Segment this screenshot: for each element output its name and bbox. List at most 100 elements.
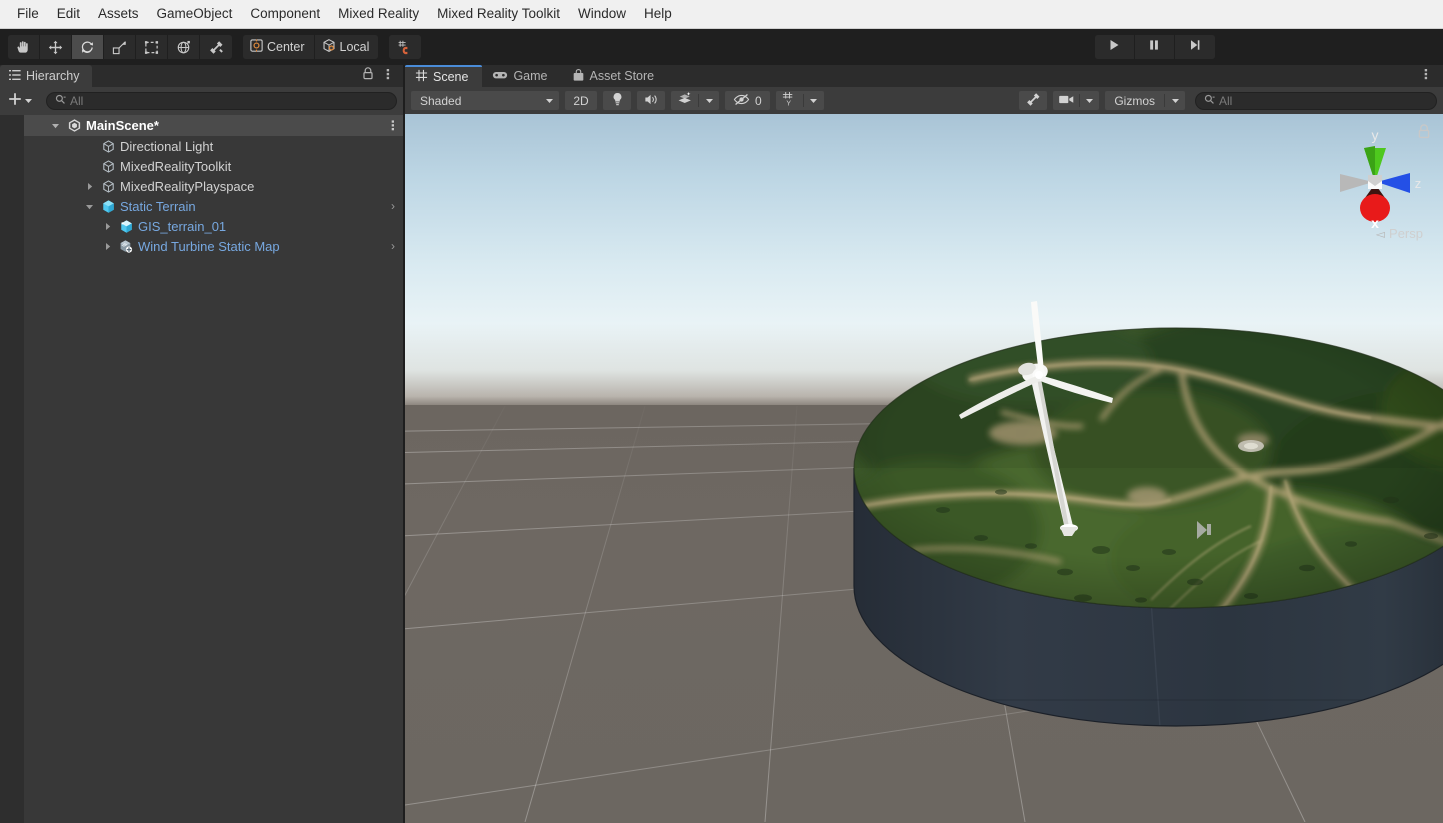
effects-icon [677,91,693,110]
step-button[interactable] [1175,35,1215,59]
svg-text:Y: Y [787,100,792,106]
tab-game[interactable]: Game [482,65,561,87]
scene-tabbar: Scene Game Asset Store [405,65,1443,87]
gizmo-axis-z[interactable]: z [1377,173,1421,193]
open-prefab-arrow-icon[interactable]: › [383,199,395,213]
grid-axis-icon: Y [781,91,797,111]
tab-hierarchy[interactable]: Hierarchy [0,65,92,87]
gameobject-icon [98,179,118,194]
draw-mode-dropdown[interactable]: Shaded [411,91,559,110]
tree-row-mixedrealityplayspace[interactable]: MixedRealityPlayspace [24,176,403,196]
scene-lighting-toggle[interactable] [603,91,631,110]
expand-arrow-right-icon[interactable] [99,242,116,251]
move-icon [48,40,63,55]
rotate-icon [80,40,95,55]
menu-item-window[interactable]: Window [569,4,635,24]
move-tool-button[interactable] [40,35,72,59]
hidden-objects-toggle[interactable]: 0 [725,91,770,110]
scene-effects-toggle[interactable] [671,91,698,110]
grid-visibility-toggle[interactable]: Y [776,91,803,110]
search-icon [55,92,66,110]
chevron-down-icon [1085,92,1094,110]
lock-panel-button[interactable] [359,67,377,85]
tab-hierarchy-label: Hierarchy [26,69,80,83]
custom-tool-button[interactable] [200,35,232,59]
unity-scene-icon [64,118,84,133]
chevron-down-icon [809,92,818,110]
menu-item-mixed-reality[interactable]: Mixed Reality [329,4,428,24]
scene-panel-menu-button[interactable] [1417,67,1435,85]
gamepad-icon [492,69,508,84]
hand-tool-button[interactable] [8,35,40,59]
tab-scene[interactable]: Scene [405,65,482,87]
scene-context-menu-button[interactable] [391,119,395,132]
tab-scene-label: Scene [433,70,468,84]
tree-row-gis-terrain-01[interactable]: GIS_terrain_01 [24,216,403,236]
scene-search-placeholder: All [1219,94,1232,108]
tree-row-mainscene[interactable]: MainScene* [24,115,403,136]
gizmos-toggle[interactable]: Gizmos [1105,91,1164,110]
scene-viewport[interactable]: y z x [405,114,1443,823]
add-gameobject-button[interactable] [4,91,36,111]
component-tools-button[interactable] [1019,91,1047,110]
projection-label: Persp [1389,226,1423,241]
handle-rotation-button[interactable]: Local [315,35,379,59]
rotate-tool-button[interactable] [72,35,104,59]
scene-camera-dropdown[interactable] [1080,91,1099,110]
camera-projection-toggle[interactable]: ◅ Persp [1376,226,1423,241]
tree-row-static-terrain[interactable]: Static Terrain › [24,196,403,216]
play-button[interactable] [1095,35,1135,59]
gizmo-axis-y[interactable]: y [1364,127,1386,182]
hierarchy-tree[interactable]: MainScene* Directional Light [24,115,403,823]
menu-item-gameobject[interactable]: GameObject [148,4,242,24]
playback-controls [1095,35,1215,59]
editor-body: Hierarchy [0,65,1443,823]
gis-terrain-disc[interactable] [851,300,1443,770]
gizmos-label: Gizmos [1114,94,1155,108]
expand-arrow-down-icon[interactable] [81,202,98,211]
plus-icon [7,91,23,112]
handle-rotation-label: Local [340,40,370,54]
chevron-down-icon [24,92,33,110]
scene-grid-dropdown[interactable] [804,91,824,110]
tree-row-mixedrealitytoolkit[interactable]: MixedRealityToolkit [24,156,403,176]
pivot-mode-button[interactable]: Center [243,35,315,59]
menu-item-help[interactable]: Help [635,4,681,24]
expand-arrow-right-icon[interactable] [99,222,116,231]
transform-tool-button[interactable] [168,35,200,59]
menu-item-file[interactable]: File [8,4,48,24]
expand-arrow-right-icon[interactable] [81,182,98,191]
scene-camera-button[interactable] [1053,91,1079,110]
scene-search-input[interactable]: All [1195,92,1437,110]
scene-effects-dropdown[interactable] [699,91,719,110]
rect-tool-button[interactable] [136,35,168,59]
eye-off-icon [733,93,750,109]
tab-asset-store[interactable]: Asset Store [562,65,669,87]
menu-item-assets[interactable]: Assets [89,4,148,24]
grid-snapping-button[interactable] [389,35,421,59]
hierarchy-menu-button[interactable] [379,67,397,85]
tools-icon [209,40,224,55]
gizmo-lock-button[interactable] [1417,124,1431,144]
tree-row-directional-light[interactable]: Directional Light [24,136,403,156]
tree-row-wind-turbine-static-map[interactable]: Wind Turbine Static Map › [24,236,403,256]
menu-item-edit[interactable]: Edit [48,4,89,24]
gizmos-dropdown[interactable] [1165,91,1185,110]
prefab-variant-icon [116,219,136,234]
gizmo-axis-x[interactable]: x [1360,184,1390,231]
toggle-2d-button[interactable]: 2D [565,91,597,110]
expand-arrow-down-icon[interactable] [47,121,64,130]
hierarchy-search-input[interactable]: All [46,92,397,110]
scale-tool-button[interactable] [104,35,136,59]
transform-icon [176,40,191,55]
kebab-icon [1424,67,1428,86]
pause-button[interactable] [1135,35,1175,59]
gameobject-icon [98,139,118,154]
menu-item-mixed-reality-toolkit[interactable]: Mixed Reality Toolkit [428,4,569,24]
hierarchy-tabbar: Hierarchy [0,65,403,87]
tree-row-directional-light-label: Directional Light [118,139,213,154]
scene-audio-toggle[interactable] [637,91,665,110]
open-prefab-arrow-icon[interactable]: › [383,239,395,253]
chevron-down-icon [1171,92,1180,110]
menu-item-component[interactable]: Component [241,4,329,24]
